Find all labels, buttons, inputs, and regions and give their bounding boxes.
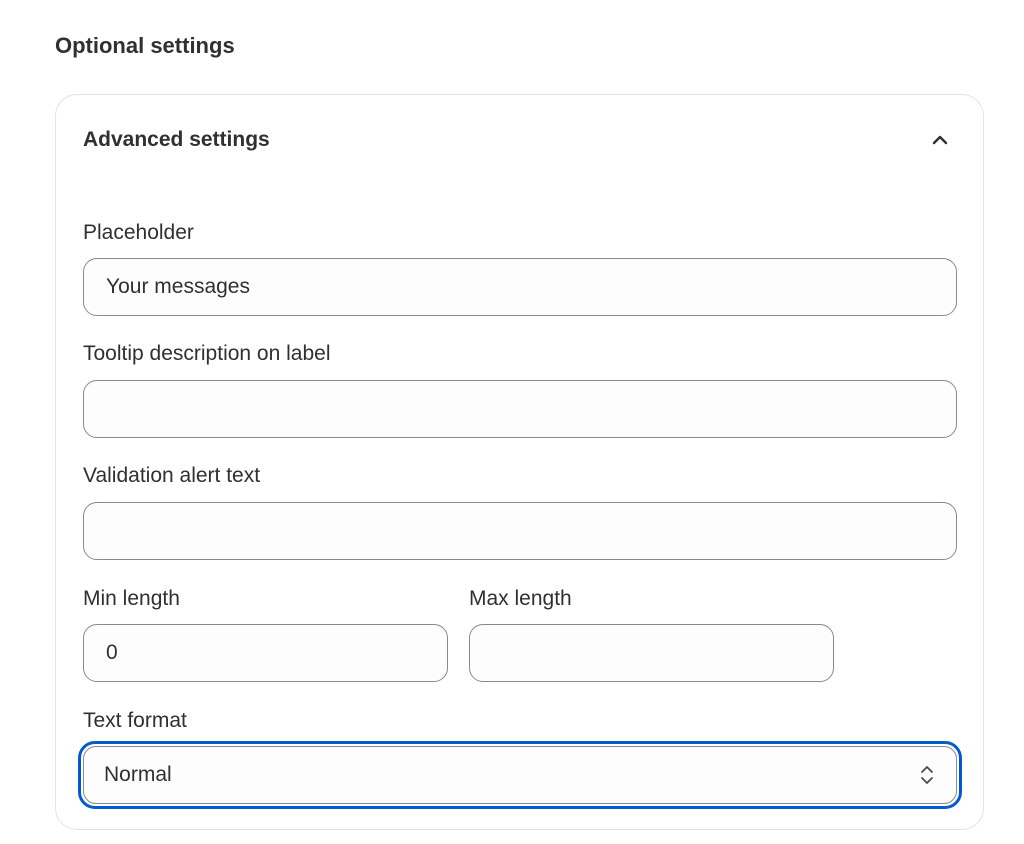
- max-length-label: Max length: [469, 587, 572, 610]
- tooltip-description-label: Tooltip description on label: [83, 342, 331, 365]
- text-format-label: Text format: [83, 709, 187, 732]
- select-arrows-icon: [916, 761, 938, 789]
- text-format-selected-value: Normal: [104, 763, 172, 786]
- validation-alert-label: Validation alert text: [83, 464, 261, 487]
- placeholder-input[interactable]: [106, 275, 934, 299]
- placeholder-field[interactable]: [83, 258, 957, 316]
- section-title: Optional settings: [55, 33, 235, 58]
- min-length-field[interactable]: [83, 624, 448, 682]
- placeholder-label: Placeholder: [83, 221, 194, 244]
- text-format-focus-ring: Normal: [78, 741, 962, 809]
- min-length-input[interactable]: [106, 641, 425, 665]
- max-length-input[interactable]: [492, 641, 811, 665]
- tooltip-description-field[interactable]: [83, 380, 957, 438]
- text-format-select[interactable]: Normal: [83, 746, 957, 804]
- min-length-label: Min length: [83, 587, 180, 610]
- validation-alert-input[interactable]: [106, 519, 934, 543]
- tooltip-description-input[interactable]: [106, 397, 934, 421]
- chevron-up-icon[interactable]: [927, 127, 953, 153]
- advanced-settings-toggle[interactable]: Advanced settings: [83, 124, 957, 156]
- advanced-settings-card: [55, 94, 984, 830]
- validation-alert-field[interactable]: [83, 502, 957, 560]
- advanced-settings-title: Advanced settings: [83, 128, 270, 151]
- max-length-field[interactable]: [469, 624, 834, 682]
